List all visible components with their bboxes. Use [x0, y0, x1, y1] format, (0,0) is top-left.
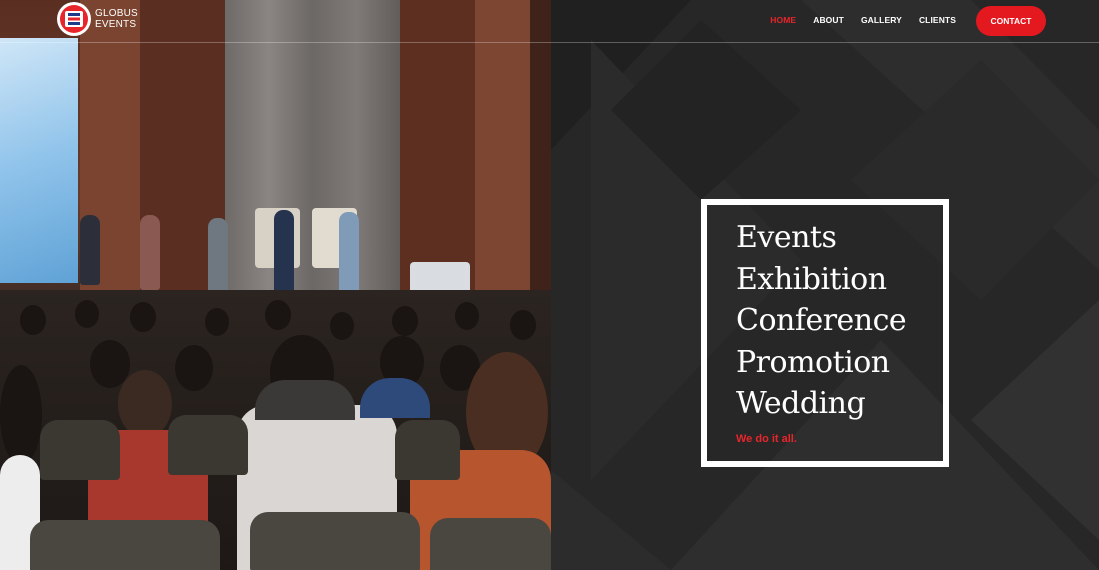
brand-line2: EVENTS [95, 19, 137, 30]
logo-icon [57, 2, 91, 36]
service-item-events: Events [736, 220, 837, 255]
service-item-conference: Conference [736, 303, 907, 338]
nav-item-gallery[interactable]: GALLERY [861, 15, 902, 25]
nav-item-home[interactable]: HOME [770, 15, 796, 25]
services-list: Events Exhibition Conference Promotion W… [736, 217, 907, 425]
brand-line1: GLOBUS [95, 8, 138, 19]
nav-item-clients[interactable]: CLIENTS [919, 15, 956, 25]
contact-button[interactable]: CONTACT [976, 6, 1046, 36]
tagline: We do it all. [736, 433, 797, 445]
top-navbar: GLOBUS EVENTS HOME ABOUT GALLERY CLIENTS… [0, 0, 1099, 43]
hero-photo [0, 0, 551, 570]
services-box: Events Exhibition Conference Promotion W… [701, 199, 949, 467]
service-item-exhibition: Exhibition [736, 261, 887, 297]
service-item-promotion: Promotion [736, 344, 890, 380]
service-item-wedding: Wedding [736, 386, 866, 421]
nav-item-about[interactable]: ABOUT [813, 15, 844, 25]
brand-name: GLOBUS EVENTS [95, 8, 138, 30]
main-nav: HOME ABOUT GALLERY CLIENTS [753, 15, 956, 25]
brand-logo[interactable]: GLOBUS EVENTS [57, 2, 138, 36]
